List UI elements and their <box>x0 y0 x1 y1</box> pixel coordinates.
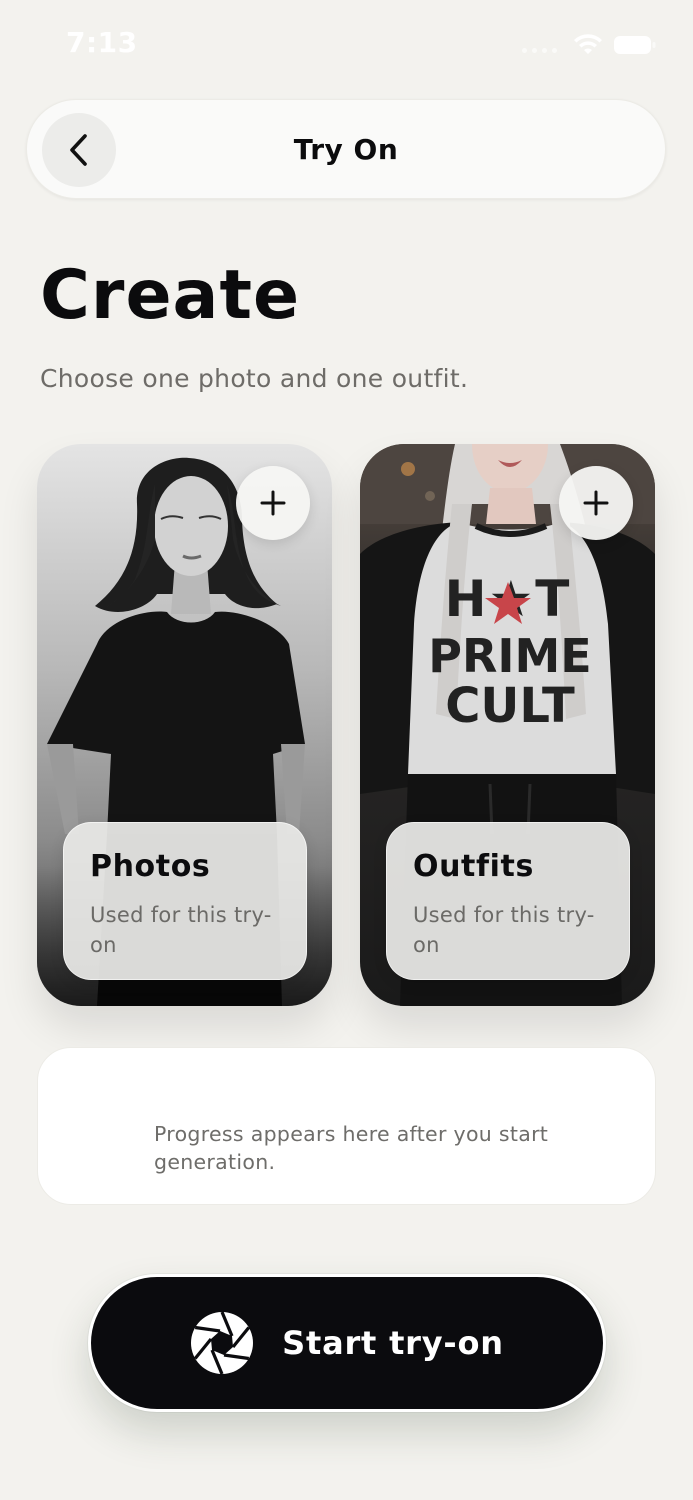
aperture-icon <box>191 1311 254 1375</box>
page-title: Create <box>40 256 301 335</box>
page-subtitle: Choose one photo and one outfit. <box>40 364 469 393</box>
wifi-icon <box>574 34 602 54</box>
progress-card: Progress appears here after you start ge… <box>37 1047 656 1205</box>
photos-label-box: Photos Used for this try-on <box>63 822 307 980</box>
start-try-on-label: Start try-on <box>282 1324 504 1362</box>
outfits-title: Outfits <box>413 849 534 884</box>
outfits-subtitle: Used for this try-on <box>413 903 595 957</box>
chevron-left-icon <box>70 134 87 166</box>
back-button[interactable] <box>42 113 116 187</box>
photos-card[interactable]: Photos Used for this try-on <box>37 444 332 1006</box>
start-try-on-button[interactable]: Start try-on <box>88 1274 606 1412</box>
header-bar: Try On <box>26 99 666 199</box>
shirt-text-line2: PRIME <box>428 629 591 683</box>
outfits-label-box: Outfits Used for this try-on <box>386 822 630 980</box>
header-title: Try On <box>293 132 399 166</box>
add-outfit-button[interactable] <box>559 466 633 540</box>
photos-title: Photos <box>90 849 211 884</box>
progress-text: Progress appears here after you start ge… <box>154 1122 549 1174</box>
plus-icon <box>260 490 286 516</box>
battery-icon <box>614 36 656 54</box>
signal-icon <box>522 37 557 53</box>
photos-subtitle: Used for this try-on <box>90 903 272 957</box>
add-photo-button[interactable] <box>236 466 310 540</box>
plus-icon <box>583 490 609 516</box>
status-bar: 7:13 <box>0 0 693 88</box>
shirt-text-line3: CULT <box>445 678 575 734</box>
outfits-card[interactable]: H★T PRIME CULT Outfits Used for this try… <box>360 444 655 1006</box>
status-icons <box>522 30 657 60</box>
status-time: 7:13 <box>66 26 138 59</box>
